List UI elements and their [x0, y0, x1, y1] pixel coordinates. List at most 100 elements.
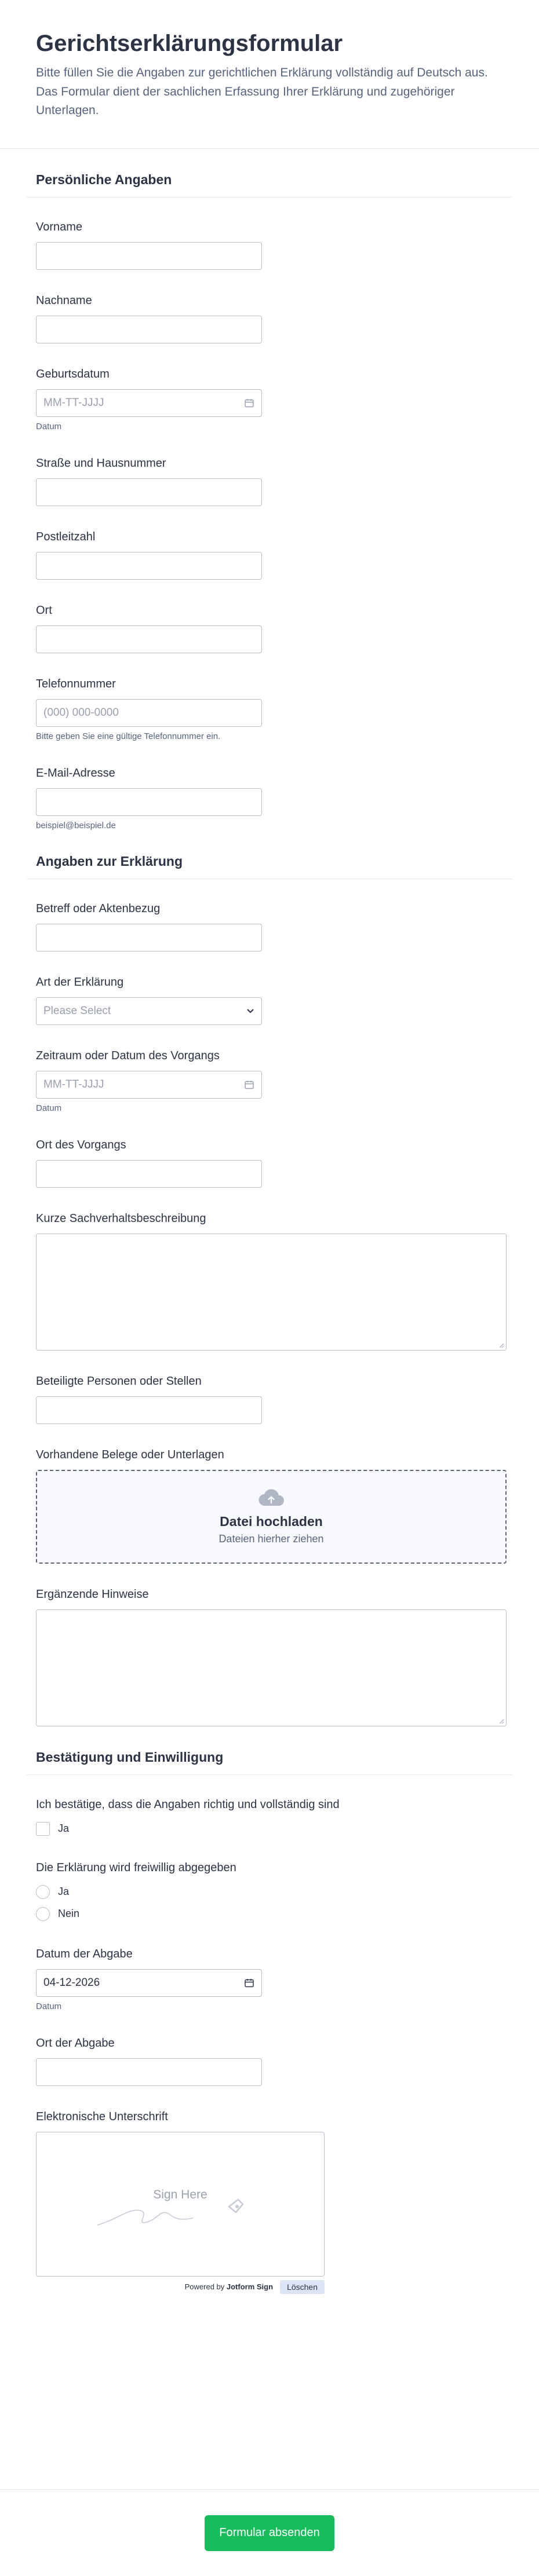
field-bestaetigung: Ich bestätige, dass die Angaben richtig …	[0, 1775, 539, 1838]
field-label: Art der Erklärung	[36, 975, 124, 989]
field-datum-abgabe: Datum der Abgabe 04-12-2026 Datum	[0, 1923, 539, 2011]
section-title: Angaben zur Erklärung	[36, 853, 183, 869]
field-telefon: Telefonnummer (000) 000-0000 Bitte geben…	[0, 653, 539, 741]
file-upload-dropzone[interactable]: Datei hochladen Dateien hierher ziehen	[36, 1469, 507, 1564]
section-confirmation: Bestätigung und Einwilligung	[27, 1726, 512, 1775]
form-description: Bitte füllen Sie die Angaben zur gericht…	[36, 66, 488, 118]
field-label: Ort des Vorgangs	[36, 1138, 126, 1151]
field-label: Ort der Abgabe	[36, 2036, 115, 2050]
section-declaration: Angaben zur Erklärung	[27, 830, 512, 879]
submit-button[interactable]: Formular absenden	[205, 2515, 334, 2551]
section-personal: Persönliche Angaben	[27, 149, 512, 197]
field-ort-vorgang: Ort des Vorgangs	[0, 1113, 539, 1188]
field-label: Straße und Hausnummer	[36, 456, 166, 470]
form-page: Gerichtserklärungsformular Bitte füllen …	[0, 0, 539, 2576]
field-plz: Postleitzahl	[0, 506, 539, 580]
section-title: Persönliche Angaben	[36, 171, 172, 187]
option-label: Nein	[58, 1908, 80, 1920]
upload-title: Datei hochladen	[220, 1513, 323, 1529]
ort-input[interactable]	[36, 625, 262, 653]
chevron-down-icon	[247, 1008, 254, 1013]
field-nachname: Nachname	[0, 270, 539, 343]
input-value: 04-12-2026	[43, 1976, 100, 1989]
radio-button[interactable]	[36, 1907, 50, 1921]
radio-option[interactable]: Ja	[36, 1883, 503, 1901]
checkbox-option[interactable]: Ja	[36, 1820, 503, 1838]
field-beteiligte: Beteiligte Personen oder Stellen	[0, 1351, 539, 1424]
powered-by: Powered by Jotform Sign	[185, 2282, 273, 2291]
field-label: Ort	[36, 603, 52, 617]
field-label: Nachname	[36, 294, 92, 307]
field-sublabel: Datum	[36, 421, 62, 431]
calendar-icon[interactable]	[244, 1080, 254, 1090]
field-sublabel: Datum	[36, 1103, 62, 1113]
field-freiwillig: Die Erklärung wird freiwillig abgegeben …	[0, 1838, 539, 1923]
resize-handle-icon[interactable]	[498, 1342, 504, 1348]
field-label: Vorhandene Belege oder Unterlagen	[36, 1448, 224, 1461]
option-label: Ja	[58, 1823, 70, 1835]
nachname-input[interactable]	[36, 315, 262, 343]
field-unterschrift: Elektronische Unterschrift Sign Here Pow…	[0, 2086, 539, 2294]
email-input[interactable]	[36, 788, 262, 816]
field-label: Beteiligte Personen oder Stellen	[36, 1374, 202, 1388]
cloud-upload-icon	[258, 1489, 284, 1506]
submit-bar: Formular absenden	[0, 2489, 539, 2576]
field-label: Postleitzahl	[36, 530, 96, 543]
field-label: Datum der Abgabe	[36, 1947, 133, 1960]
geburtsdatum-input[interactable]: MM-TT-JJJJ	[36, 389, 262, 417]
field-betreff: Betreff oder Aktenbezug	[0, 879, 539, 952]
field-hinweise: Ergänzende Hinweise	[0, 1564, 539, 1726]
plz-input[interactable]	[36, 551, 262, 580]
telefon-input[interactable]: (000) 000-0000	[36, 698, 262, 727]
field-art: Art der Erklärung Please Select	[0, 952, 539, 1025]
ort-abgabe-input[interactable]	[36, 2058, 262, 2086]
resize-handle-icon[interactable]	[498, 1718, 504, 1724]
checkbox[interactable]	[36, 1821, 50, 1836]
input-placeholder: MM-TT-JJJJ	[43, 1078, 104, 1091]
calendar-icon[interactable]	[244, 398, 254, 408]
field-geburtsdatum: Geburtsdatum MM-TT-JJJJ Datum	[0, 343, 539, 431]
field-sachverhalt: Kurze Sachverhaltsbeschreibung	[0, 1188, 539, 1351]
beteiligte-input[interactable]	[36, 1396, 262, 1424]
art-select[interactable]: Please Select	[36, 997, 262, 1025]
section-title: Bestätigung und Einwilligung	[36, 1749, 224, 1765]
clear-signature-button[interactable]: Löschen	[280, 2279, 325, 2294]
field-ort: Ort	[0, 580, 539, 653]
signature-pad[interactable]: Sign Here	[36, 2131, 325, 2277]
field-email: E-Mail-Adresse beispiel@beispiel.de	[0, 741, 539, 830]
field-label: Ergänzende Hinweise	[36, 1587, 149, 1601]
powered-prefix: Powered by	[184, 2282, 227, 2292]
field-label: Betreff oder Aktenbezug	[36, 902, 161, 915]
form-header: Gerichtserklärungsformular Bitte füllen …	[0, 0, 539, 149]
datum-abgabe-input[interactable]: 04-12-2026	[36, 1968, 262, 1997]
field-sublabel: Datum	[36, 2001, 62, 2011]
vorname-input[interactable]	[36, 241, 262, 270]
upload-subtitle: Dateien hierher ziehen	[218, 1532, 324, 1545]
field-ort-abgabe: Ort der Abgabe	[0, 2011, 539, 2086]
betreff-input[interactable]	[36, 923, 262, 952]
strasse-input[interactable]	[36, 478, 262, 506]
field-label: Geburtsdatum	[36, 367, 110, 380]
field-label: Vorname	[36, 220, 83, 233]
field-sublabel: beispiel@beispiel.de	[36, 820, 116, 830]
input-placeholder: MM-TT-JJJJ	[43, 396, 104, 409]
zeitraum-input[interactable]: MM-TT-JJJJ	[36, 1070, 262, 1099]
field-sublabel: Bitte geben Sie eine gültige Telefonnumm…	[36, 731, 221, 741]
radio-button[interactable]	[36, 1885, 50, 1899]
sachverhalt-textarea[interactable]	[36, 1233, 507, 1351]
radio-option[interactable]: Nein	[36, 1905, 503, 1923]
field-label: Telefonnummer	[36, 677, 116, 690]
field-label: E-Mail-Adresse	[36, 766, 115, 780]
ort-vorgang-input[interactable]	[36, 1159, 262, 1188]
signature-scribble-icon	[97, 2198, 244, 2226]
signature-footer: Powered by Jotform Sign Löschen	[36, 2279, 325, 2294]
field-zeitraum: Zeitraum oder Datum des Vorgangs MM-TT-J…	[0, 1025, 539, 1113]
hinweise-textarea[interactable]	[36, 1609, 507, 1726]
calendar-icon[interactable]	[244, 1978, 254, 1988]
field-label: Kurze Sachverhaltsbeschreibung	[36, 1212, 206, 1225]
field-strasse: Straße und Hausnummer	[0, 431, 539, 506]
field-label: Ich bestätige, dass die Angaben richtig …	[36, 1798, 340, 1811]
field-vorname: Vorname	[0, 197, 539, 270]
field-label: Die Erklärung wird freiwillig abgegeben	[36, 1861, 236, 1874]
option-label: Ja	[58, 1886, 70, 1898]
